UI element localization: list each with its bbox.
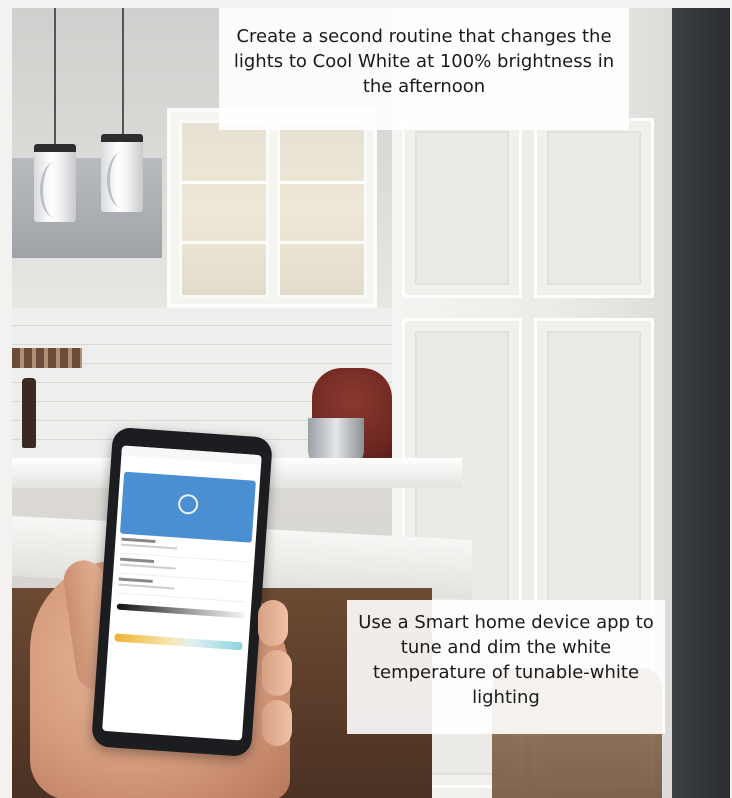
phone-screen	[102, 445, 262, 741]
glass-pane-right	[277, 120, 367, 298]
glass-cabinet	[167, 108, 377, 308]
finger	[258, 600, 288, 646]
photo-frame: Create a second routine that changes the…	[0, 0, 732, 798]
finger	[262, 700, 292, 746]
bottle	[22, 378, 36, 448]
brightness-slider	[116, 603, 245, 619]
shelf	[182, 181, 266, 184]
lamp-cord	[122, 8, 124, 138]
lamp-swirl	[40, 162, 70, 218]
light-control-card	[119, 471, 256, 543]
finger	[262, 650, 292, 696]
settings-row	[117, 577, 247, 603]
shelf	[182, 241, 266, 244]
spice-rack	[12, 348, 82, 368]
cabinet-door	[402, 118, 522, 298]
color-temperature-slider	[114, 633, 243, 651]
power-icon	[177, 493, 199, 515]
dark-wall	[672, 8, 730, 798]
pendant-lamp	[34, 144, 76, 222]
caption-bottom: Use a Smart home device app to tune and …	[347, 600, 665, 734]
shelf	[280, 181, 364, 184]
lamp-swirl	[107, 152, 137, 208]
shelf	[280, 241, 364, 244]
lamp-cord	[54, 8, 56, 148]
glass-pane-left	[179, 120, 269, 298]
smartphone	[91, 426, 273, 758]
cabinet-door	[534, 118, 654, 298]
pendant-lamp	[101, 134, 143, 212]
caption-top: Create a second routine that changes the…	[219, 8, 629, 130]
